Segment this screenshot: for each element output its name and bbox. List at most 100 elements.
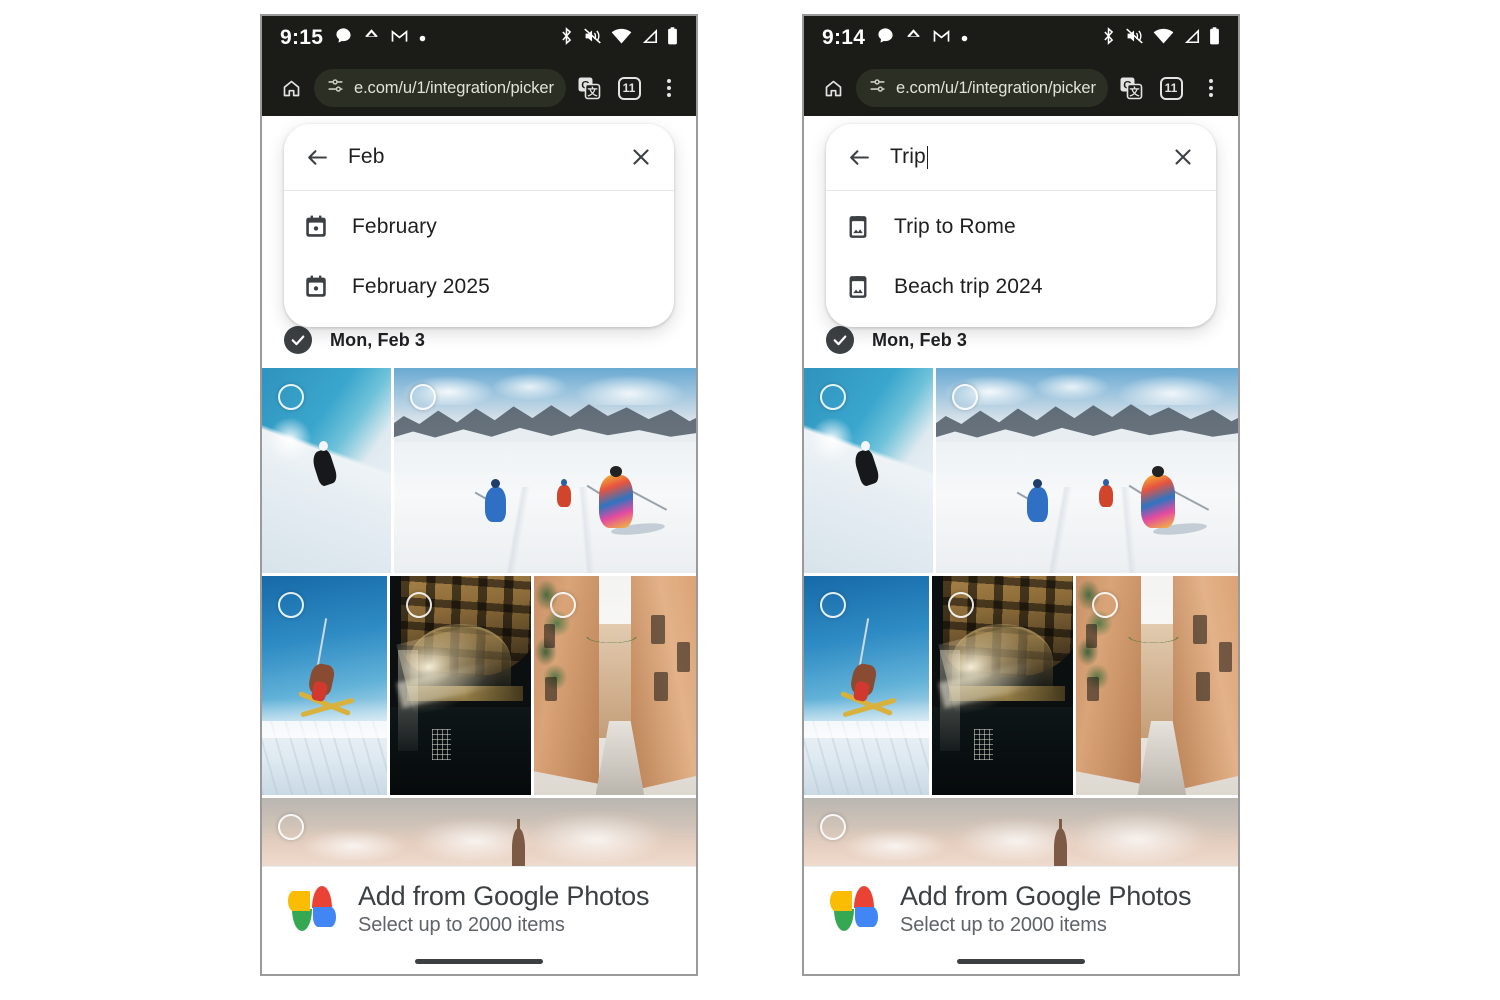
- date-label: Mon, Feb 3: [872, 329, 967, 350]
- action-bar-title: Add from Google Photos: [358, 881, 650, 911]
- photo-thumbnail[interactable]: [262, 576, 387, 795]
- photo-thumbnail[interactable]: [1076, 576, 1238, 795]
- wifi-icon: [611, 28, 632, 49]
- search-input-row[interactable]: Trip: [826, 124, 1216, 190]
- gmail-icon: [933, 29, 950, 48]
- photo-mountain-panorama: [394, 368, 696, 573]
- overflow-menu-icon[interactable]: [1194, 71, 1228, 105]
- google-home-icon: [363, 27, 380, 49]
- status-notification-icons: [877, 27, 968, 49]
- photo-thumbnail[interactable]: [394, 368, 696, 573]
- home-icon[interactable]: [274, 71, 308, 105]
- photo-grid-row: [804, 798, 1238, 866]
- address-bar[interactable]: e.com/u/1/integration/picker/s: [856, 69, 1108, 107]
- volume-off-icon: [1125, 27, 1144, 50]
- search-suggestion-item[interactable]: February: [284, 197, 674, 257]
- home-icon[interactable]: [816, 71, 850, 105]
- photo-grid[interactable]: [262, 368, 696, 866]
- bluetooth-icon: [1101, 26, 1116, 50]
- photo-grid-row: [262, 798, 696, 866]
- cell-signal-icon: [1183, 28, 1200, 49]
- search-suggestion-item[interactable]: Trip to Rome: [826, 197, 1216, 257]
- volume-off-icon: [583, 27, 602, 50]
- google-translate-icon[interactable]: G文: [1114, 71, 1148, 105]
- close-icon[interactable]: [1168, 142, 1198, 172]
- photo-select-circle-icon[interactable]: [948, 592, 974, 618]
- search-input-row[interactable]: Feb: [284, 124, 674, 190]
- photo-select-circle-icon[interactable]: [550, 592, 576, 618]
- tune-icon[interactable]: [326, 76, 345, 100]
- photo-select-circle-icon[interactable]: [1092, 592, 1118, 618]
- back-arrow-icon[interactable]: [302, 142, 332, 172]
- photo-select-circle-icon[interactable]: [820, 384, 846, 410]
- text-cursor: [926, 145, 929, 169]
- album-icon: [844, 273, 872, 301]
- svg-text:文: 文: [588, 85, 599, 98]
- status-system-icons: [559, 26, 678, 50]
- photo-select-circle-icon[interactable]: [406, 592, 432, 618]
- browser-toolbar: e.com/u/1/integration/picker/s G文 11: [804, 60, 1238, 116]
- photo-thumbnail[interactable]: [932, 576, 1073, 795]
- gesture-nav-bar[interactable]: [415, 959, 543, 964]
- photo-grid-row: [804, 368, 1238, 573]
- tab-count: 11: [617, 76, 641, 100]
- phone-right: 9:14 e.com/u/1/integration/picker/s G文 11 Mo…: [802, 14, 1240, 976]
- wifi-icon: [1153, 28, 1174, 49]
- address-bar[interactable]: e.com/u/1/integration/picker/s: [314, 69, 566, 107]
- photo-thumbnail[interactable]: [390, 576, 531, 795]
- photo-grid[interactable]: [804, 368, 1238, 866]
- dot-icon: [419, 29, 426, 47]
- search-suggestions: Trip to Rome Beach trip 2024: [826, 191, 1216, 327]
- suggestion-label: February: [352, 215, 437, 238]
- search-input[interactable]: Feb: [348, 145, 610, 169]
- overflow-menu-icon[interactable]: [652, 71, 686, 105]
- search-suggestion-item[interactable]: Beach trip 2024: [826, 257, 1216, 317]
- browser-chrome: 9:14 e.com/u/1/integration/picker/s G文 11: [804, 16, 1238, 116]
- status-system-icons: [1101, 26, 1220, 50]
- search-query-text: Feb: [348, 145, 385, 168]
- tab-switcher-button[interactable]: 11: [1154, 71, 1188, 105]
- back-arrow-icon[interactable]: [844, 142, 874, 172]
- photo-select-circle-icon[interactable]: [820, 814, 846, 840]
- tab-switcher-button[interactable]: 11: [612, 71, 646, 105]
- gmail-icon: [391, 29, 408, 48]
- google-photos-logo: [288, 885, 336, 933]
- check-circle-icon[interactable]: [826, 326, 854, 354]
- photo-select-circle-icon[interactable]: [278, 384, 304, 410]
- google-translate-icon[interactable]: G文: [572, 71, 606, 105]
- google-home-icon: [905, 27, 922, 49]
- suggestion-label: Beach trip 2024: [894, 275, 1043, 298]
- tab-count: 11: [1159, 76, 1183, 100]
- photo-thumbnail[interactable]: [534, 576, 696, 795]
- browser-chrome: 9:15 e.com/u/1/integration/picker/s G文 11: [262, 16, 696, 116]
- battery-icon: [667, 26, 678, 50]
- photo-select-circle-icon[interactable]: [410, 384, 436, 410]
- photo-grid-row: [262, 576, 696, 795]
- close-icon[interactable]: [626, 142, 656, 172]
- photo-select-circle-icon[interactable]: [278, 814, 304, 840]
- photo-thumbnail[interactable]: [262, 368, 391, 573]
- photo-grid-row: [804, 576, 1238, 795]
- photo-thumbnail[interactable]: [804, 576, 929, 795]
- photo-thumbnail[interactable]: [804, 368, 933, 573]
- gesture-nav-bar[interactable]: [957, 959, 1085, 964]
- suggestion-label: Trip to Rome: [894, 215, 1016, 238]
- photo-thumbnail[interactable]: [804, 798, 1238, 866]
- photo-picker-body: Mon, Feb 3 Trip Trip to Rome Beach trip 202…: [804, 116, 1238, 866]
- photo-mountain-panorama: [936, 368, 1238, 573]
- picker-action-bar: Add from Google Photos Select up to 2000 …: [804, 866, 1238, 974]
- photo-select-circle-icon[interactable]: [278, 592, 304, 618]
- browser-toolbar: e.com/u/1/integration/picker/s G文 11: [262, 60, 696, 116]
- search-input[interactable]: Trip: [890, 145, 1152, 169]
- photo-select-circle-icon[interactable]: [952, 384, 978, 410]
- check-circle-icon[interactable]: [284, 326, 312, 354]
- android-status-bar: 9:15: [262, 16, 696, 60]
- search-suggestion-item[interactable]: February 2025: [284, 257, 674, 317]
- photo-thumbnail[interactable]: [936, 368, 1238, 573]
- status-time: 9:15: [280, 26, 324, 49]
- action-bar-subtitle: Select up to 2000 items: [358, 914, 565, 936]
- tune-icon[interactable]: [868, 76, 887, 100]
- photo-select-circle-icon[interactable]: [820, 592, 846, 618]
- photo-thumbnail[interactable]: [262, 798, 696, 866]
- status-time: 9:14: [822, 26, 866, 49]
